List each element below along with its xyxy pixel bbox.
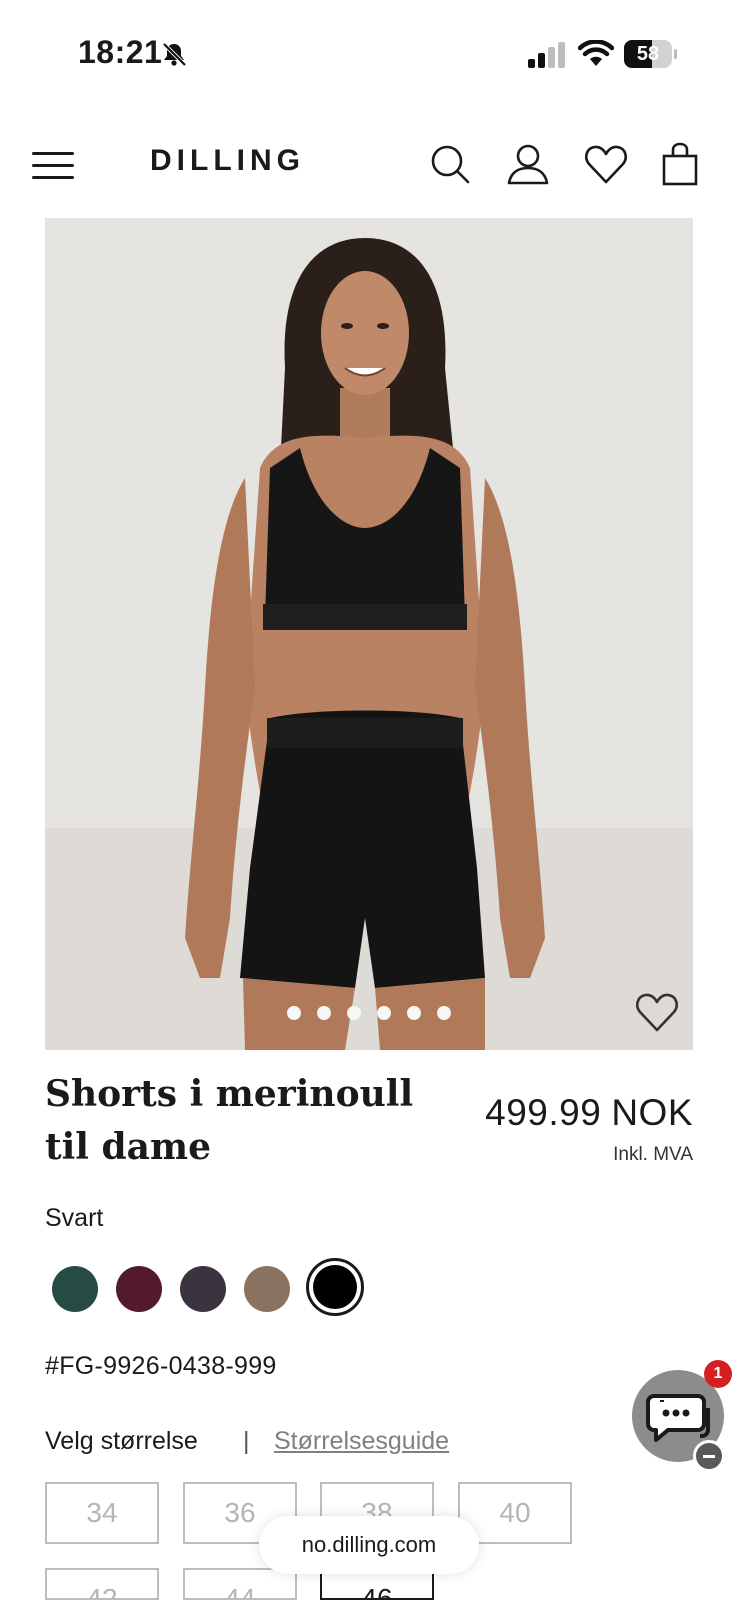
- vat-note: Inkl. MVA: [613, 1144, 693, 1165]
- wishlist-heart-icon[interactable]: [635, 990, 679, 1034]
- status-bar: 18:21 58: [0, 0, 738, 100]
- account-icon[interactable]: [506, 142, 550, 186]
- cellular-signal-icon: [528, 42, 565, 68]
- minimize-icon[interactable]: [693, 1440, 725, 1472]
- bell-slash-icon: [162, 42, 187, 67]
- product-sku: #FG-9926-0438-999: [45, 1352, 277, 1380]
- selected-color-name: Svart: [45, 1204, 104, 1232]
- carousel-dot[interactable]: [377, 1006, 391, 1020]
- price-value: 499.99: [485, 1092, 602, 1133]
- carousel-dot[interactable]: [347, 1006, 361, 1020]
- color-swatch[interactable]: [52, 1266, 98, 1312]
- carousel-dots: [45, 1006, 693, 1022]
- menu-icon[interactable]: [32, 148, 74, 180]
- product-title: Shorts i merinoull til dame: [45, 1073, 414, 1168]
- color-swatch[interactable]: [306, 1258, 364, 1316]
- color-swatch[interactable]: [116, 1266, 162, 1312]
- carousel-dot[interactable]: [437, 1006, 451, 1020]
- product-price: 499.99 NOK: [485, 1092, 693, 1134]
- size-guide-link[interactable]: Størrelsesguide: [274, 1427, 449, 1456]
- battery-percent: 58: [636, 43, 660, 65]
- chat-unread-badge: 1: [704, 1360, 732, 1388]
- color-swatch[interactable]: [180, 1266, 226, 1312]
- carousel-dot[interactable]: [407, 1006, 421, 1020]
- carousel-dot[interactable]: [317, 1006, 331, 1020]
- color-swatch[interactable]: [244, 1266, 290, 1312]
- product-image-gallery[interactable]: [45, 218, 693, 1050]
- product-photo: [185, 238, 545, 1050]
- size-separator: |: [243, 1427, 250, 1455]
- heart-icon[interactable]: [584, 142, 628, 186]
- site-logo[interactable]: DILLING: [150, 144, 305, 178]
- battery-indicator: 58: [624, 40, 677, 68]
- status-time: 18:21: [78, 34, 163, 70]
- size-option[interactable]: 42: [45, 1568, 159, 1600]
- bag-icon[interactable]: [658, 142, 702, 186]
- wifi-icon: [578, 40, 614, 66]
- size-label: Velg størrelse: [45, 1427, 198, 1455]
- carousel-dot[interactable]: [287, 1006, 301, 1020]
- browser-url-bar[interactable]: no.dilling.com: [259, 1516, 479, 1574]
- size-option[interactable]: 34: [45, 1482, 159, 1544]
- price-currency: NOK: [611, 1092, 693, 1133]
- search-icon[interactable]: [428, 142, 472, 186]
- site-header: DILLING: [0, 120, 738, 210]
